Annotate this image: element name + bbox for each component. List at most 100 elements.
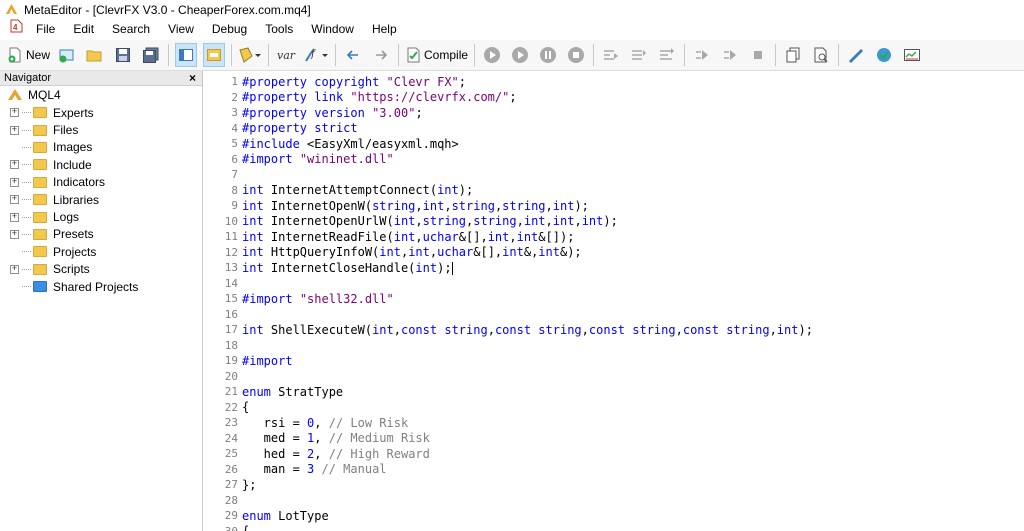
expand-toggle[interactable]: + <box>10 195 19 205</box>
tree-item-indicators[interactable]: + Indicators <box>0 174 202 191</box>
code-line[interactable]: 4 #property strict <box>204 121 813 137</box>
expand-toggle[interactable]: + <box>10 108 19 118</box>
code-line[interactable]: 12 int HttpQueryInfoW(int,int,uchar&[],in… <box>204 245 813 261</box>
menu-debug[interactable]: Debug <box>203 19 256 40</box>
code-line[interactable]: 19 #import <box>204 353 813 369</box>
line-text: med = 1, // Medium Risk <box>242 431 430 446</box>
step-out-button[interactable] <box>656 43 678 67</box>
new-button[interactable]: New <box>7 43 50 67</box>
code-line[interactable]: 9 int InternetOpenW(string,int,string,str… <box>204 198 813 214</box>
code-line[interactable]: 3 #property version "3.00"; <box>204 105 813 121</box>
insert-variable-button[interactable]: var <box>275 43 297 67</box>
code-line[interactable]: 16 <box>204 307 813 323</box>
line-number: 15 <box>224 292 238 306</box>
toolbar: New var f Compile <box>0 40 1024 71</box>
debug-start-history-button[interactable] <box>509 43 531 67</box>
open-button[interactable] <box>84 43 106 67</box>
code-editor[interactable]: 1 #property copyright "Clevr FX"; 2 #proper… <box>204 71 1024 531</box>
debug-pause-button[interactable] <box>537 43 559 67</box>
code-line[interactable]: 8 int InternetAttemptConnect(int); <box>204 183 813 199</box>
code-line[interactable]: 14 <box>204 276 813 292</box>
find-in-files-button[interactable] <box>810 43 832 67</box>
code-line[interactable]: 10 int InternetOpenUrlW(int,string,string… <box>204 214 813 230</box>
tree-item-experts[interactable]: + Experts <box>0 104 202 121</box>
code-line[interactable]: 13 int InternetCloseHandle(int); <box>204 260 813 276</box>
code-line[interactable]: 18 <box>204 338 813 354</box>
tree-item-images[interactable]: Images <box>0 139 202 156</box>
code-line[interactable]: 25 hed = 2, // High Reward <box>204 446 813 462</box>
compile-button[interactable]: Compile <box>405 43 468 67</box>
navigate-forward-button[interactable] <box>370 43 392 67</box>
expand-toggle[interactable]: + <box>10 125 19 135</box>
code-line[interactable]: 11 int InternetReadFile(int,uchar&[],int,… <box>204 229 813 245</box>
menu-search[interactable]: Search <box>103 19 159 40</box>
tree-item-scripts[interactable]: + Scripts <box>0 261 202 278</box>
tree-item-shared-projects[interactable]: Shared Projects <box>0 278 202 295</box>
tree-item-libraries[interactable]: + Libraries <box>0 191 202 208</box>
menu-help[interactable]: Help <box>363 19 406 40</box>
line-text: int InternetOpenUrlW(int,string,string,i… <box>242 214 618 229</box>
navigator-close-button[interactable]: × <box>189 71 196 85</box>
code-line[interactable]: 26 man = 3 // Manual <box>204 462 813 478</box>
expand-toggle[interactable]: + <box>10 177 19 187</box>
code-line[interactable]: 5 #include <EasyXml/easyxml.mqh> <box>204 136 813 152</box>
copy-button[interactable] <box>782 43 804 67</box>
code-line[interactable]: 27}; <box>204 477 813 493</box>
debug-stop-button[interactable] <box>565 43 587 67</box>
line-text: #include <EasyXml/easyxml.mqh> <box>242 136 459 151</box>
line-text: { <box>240 524 249 531</box>
code-line[interactable]: 30{ <box>204 524 813 531</box>
menu-view[interactable]: View <box>159 19 203 40</box>
code-line[interactable]: 20 <box>204 369 813 385</box>
tree-root-mql4[interactable]: MQL4 <box>0 86 202 104</box>
line-number: 11 <box>224 230 238 244</box>
profiling-stop-button[interactable] <box>747 43 769 67</box>
menu-edit[interactable]: Edit <box>64 19 103 40</box>
folder-icon <box>33 124 47 136</box>
profiling-start-button[interactable] <box>691 43 713 67</box>
code-line[interactable]: 29 enum LotType <box>204 508 813 524</box>
debug-start-real-button[interactable] <box>481 43 503 67</box>
save-button[interactable] <box>112 43 134 67</box>
code-line[interactable]: 15 #import "shell32.dll" <box>204 291 813 307</box>
code-line[interactable]: 22 { <box>204 400 813 416</box>
copy-icon <box>786 47 800 63</box>
profiling-history-button[interactable] <box>719 43 741 67</box>
expand-toggle[interactable]: + <box>10 160 19 170</box>
tree-item-label: Libraries <box>53 192 100 207</box>
code-line[interactable]: 28 <box>204 493 813 509</box>
virtual-hosting-button[interactable] <box>873 43 895 67</box>
new-project-button[interactable] <box>56 43 78 67</box>
code-line[interactable]: 21 enum StratType <box>204 384 813 400</box>
tree-item-projects[interactable]: Projects <box>0 243 202 260</box>
code-line[interactable]: 24 med = 1, // Medium Risk <box>204 431 813 447</box>
code-line[interactable]: 1 #property copyright "Clevr FX"; <box>204 74 813 90</box>
menu-file[interactable]: File <box>27 19 64 40</box>
switch-terminal-button[interactable] <box>901 43 923 67</box>
toggle-toolbox-button[interactable] <box>203 43 226 67</box>
tree-item-presets[interactable]: + Presets <box>0 226 202 243</box>
expand-toggle[interactable]: + <box>10 212 19 222</box>
save-all-button[interactable] <box>140 43 162 67</box>
toggle-navigator-button[interactable] <box>175 43 198 67</box>
insert-function-button[interactable]: f <box>303 43 329 67</box>
tree-item-logs[interactable]: + Logs <box>0 208 202 225</box>
file-icon-menu[interactable]: 4 <box>6 19 27 40</box>
expand-toggle[interactable]: + <box>10 229 19 239</box>
tree-item-label: Projects <box>53 244 97 259</box>
code-line[interactable]: 23 rsi = 0, // Low Risk <box>204 415 813 431</box>
menu-tools[interactable]: Tools <box>256 19 302 40</box>
step-over-button[interactable] <box>628 43 650 67</box>
code-line[interactable]: 17 int ShellExecuteW(int,const string,con… <box>204 322 813 338</box>
navigate-back-button[interactable] <box>342 43 364 67</box>
styler-dropdown-button[interactable] <box>238 43 262 67</box>
code-line[interactable]: 7 <box>204 167 813 183</box>
step-into-button[interactable] <box>600 43 622 67</box>
code-line[interactable]: 6 #import "wininet.dll" <box>204 152 813 168</box>
mql5-community-button[interactable] <box>845 43 867 67</box>
expand-toggle[interactable]: + <box>10 264 19 274</box>
tree-item-include[interactable]: + Include <box>0 156 202 173</box>
menu-window[interactable]: Window <box>302 19 363 40</box>
tree-item-files[interactable]: + Files <box>0 121 202 138</box>
code-line[interactable]: 2 #property link "https://clevrfx.com/"; <box>204 90 813 106</box>
